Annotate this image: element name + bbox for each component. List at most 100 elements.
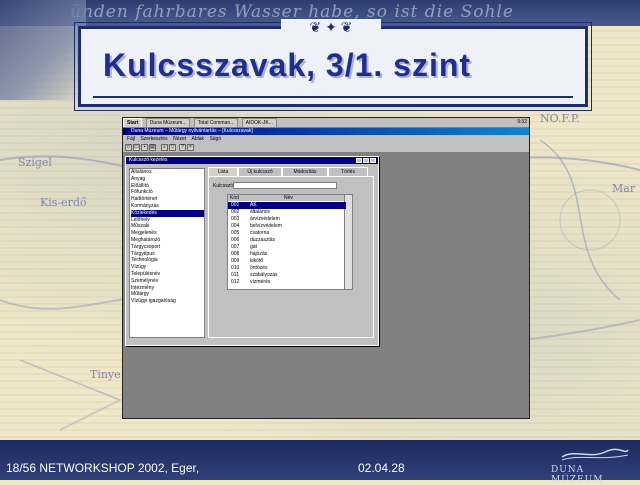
cell-name: általános (250, 209, 271, 215)
museum-logo-text: DUNA MÚZEUM (551, 465, 604, 485)
menu-item-edit[interactable]: Szerkesztés (140, 136, 167, 142)
list-item[interactable]: Vízügyi igazgatóság (131, 298, 204, 305)
column-header-code[interactable]: Kód (230, 195, 239, 201)
menu-bar: Fájl Szerkesztés Nézet Ablak Súgó (123, 135, 529, 143)
list-item[interactable]: Tárgycsoport (131, 244, 204, 251)
table-row[interactable]: 007 gát (228, 244, 346, 251)
list-item[interactable]: Főfunkció (131, 189, 204, 196)
table-row[interactable]: 009 kikötő (228, 258, 346, 265)
app-title-bar: Duna Múzeum – Műtárgy nyilvántartás – [K… (123, 128, 529, 135)
grid-header: Kód Név (228, 195, 346, 201)
footer-date: 02.04.28 (358, 461, 405, 475)
taskbar-button[interactable]: AIDOK-JK... (241, 118, 277, 127)
cell-code: 002 (231, 209, 240, 215)
cell-name: szabályozás (250, 272, 278, 278)
save-icon[interactable]: ▪ (141, 144, 148, 151)
list-item[interactable]: Személynév (131, 278, 204, 285)
list-item[interactable]: Általános (131, 169, 204, 176)
open-icon[interactable]: ▭ (133, 144, 140, 151)
table-row[interactable]: 004 belvízvédelem (228, 223, 346, 230)
museum-logo-icon (561, 448, 629, 461)
cell-name: vízmérés (250, 279, 271, 285)
tab[interactable]: Lista (208, 167, 238, 176)
map-label: NO.F.P. (540, 112, 580, 125)
table-row[interactable]: 011 szabályozás (228, 272, 346, 279)
list-item[interactable]: Lelőhely (131, 217, 204, 224)
slide-title: Kulcsszavak, 3/1. szint (103, 47, 472, 83)
map-label: Kis-erdő (40, 196, 87, 209)
cell-code: 011 (231, 272, 239, 278)
category-list[interactable]: Általános Anyag Előállító Főfunkció Hadtörté… (129, 168, 205, 338)
map-label: Mar (612, 182, 636, 195)
cell-name: csatorna (250, 230, 270, 236)
windows-taskbar: Start Duna Múzeum... Total Comman... AID… (123, 118, 529, 128)
exit-icon[interactable]: × (187, 144, 194, 151)
tab[interactable]: Módosítás (282, 167, 328, 176)
keyword-grid[interactable]: Kód Név 001 ÁK 002 általános 003 árvízvédelem… (227, 194, 353, 290)
tab[interactable]: Törlés (328, 167, 368, 176)
engraving-image (0, 0, 86, 100)
table-row[interactable]: 006 duzzasztás (228, 237, 346, 244)
menu-item-help[interactable]: Súgó (209, 136, 221, 142)
close-icon[interactable] (370, 158, 376, 163)
list-item[interactable]: Műtárgy (131, 291, 204, 298)
list-item[interactable]: Meghatározó (131, 237, 204, 244)
table-row[interactable]: 012 vízmérés (228, 279, 346, 286)
cell-code: 008 (231, 251, 240, 257)
cell-code: 005 (231, 230, 240, 236)
taskbar-button[interactable]: Total Comman... (193, 118, 239, 127)
map-label: Szigel (18, 156, 52, 169)
table-row[interactable]: 001 ÁK (228, 202, 346, 209)
title-divider (93, 96, 573, 98)
keyword-input[interactable] (233, 182, 337, 189)
find-icon[interactable]: ⌕ (161, 144, 168, 151)
list-item[interactable]: Megjelenés (131, 230, 204, 237)
taskbar-button[interactable]: Duna Múzeum... (145, 118, 191, 127)
list-item[interactable]: Hadtörténet (131, 196, 204, 203)
list-item[interactable]: Technológia (131, 257, 204, 264)
table-row[interactable]: 002 általános (228, 209, 346, 216)
cell-code: 012 (231, 279, 240, 285)
footer-conference: 18/56 NETWORKSHOP 2002, Eger, (6, 461, 200, 475)
table-row[interactable]: 003 árvízvédelem (228, 216, 346, 223)
cell-code: 007 (231, 244, 240, 250)
maximize-icon[interactable] (363, 158, 369, 163)
cell-code: 003 (231, 216, 240, 222)
cell-name: kikötő (250, 258, 264, 264)
cell-code: 004 (231, 223, 240, 229)
dialog-title: Kulcsszó kezelés (129, 157, 168, 163)
tab-panel: Kulcsszó: Kód Név 001 ÁK 002 általános 003 ár… (208, 176, 374, 338)
new-icon[interactable]: □ (125, 144, 132, 151)
list-item[interactable]: Anyag (131, 176, 204, 183)
list-item[interactable]: Kormányzás (131, 203, 204, 210)
column-header-name[interactable]: Név (284, 195, 293, 201)
list-item[interactable]: Előállító (131, 183, 204, 190)
keyword-label: Kulcsszó: (213, 183, 235, 189)
list-item[interactable]: Vízügy (131, 264, 204, 271)
list-item[interactable]: Településnév (131, 271, 204, 278)
map-label: Tinye (90, 368, 121, 381)
menu-item-window[interactable]: Ablak (192, 136, 205, 142)
table-row[interactable]: 005 csatorna (228, 230, 346, 237)
start-button[interactable]: Start (123, 118, 143, 127)
help-icon[interactable]: ? (179, 144, 186, 151)
list-item[interactable]: Közlekedés (131, 209, 204, 217)
filter-icon[interactable]: ▽ (169, 144, 176, 151)
cell-name: belvízvédelem (250, 223, 282, 229)
table-row[interactable]: 008 hajózás (228, 251, 346, 258)
cell-name: árvízvédelem (250, 216, 280, 222)
list-item[interactable]: Tárgytípus (131, 251, 204, 258)
print-icon[interactable]: ▤ (149, 144, 156, 151)
menu-item-file[interactable]: Fájl (127, 136, 135, 142)
cell-name: duzzasztás (250, 237, 276, 243)
list-item[interactable]: Műszaki (131, 223, 204, 230)
dialog-title-bar: Kulcsszó kezelés (126, 157, 378, 164)
menu-item-view[interactable]: Nézet (173, 136, 186, 142)
ornament-icon: ❦ ✦ ❦ (281, 19, 381, 35)
title-frame: ❦ ✦ ❦ Kulcsszavak, 3/1. szint (74, 19, 592, 111)
cell-name: gát (250, 244, 257, 250)
minimize-icon[interactable] (356, 158, 362, 163)
table-row[interactable]: 010 öntözés (228, 265, 346, 272)
tab[interactable]: Új kulcsszó (238, 167, 282, 176)
list-item[interactable]: Intézmény (131, 285, 204, 292)
